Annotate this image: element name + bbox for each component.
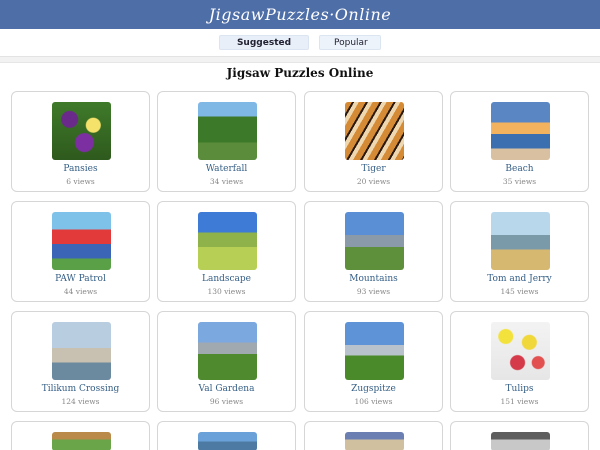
tab-suggested[interactable]: Suggested	[219, 35, 309, 50]
puzzle-thumbnail[interactable]	[345, 432, 404, 450]
puzzle-card[interactable]: Tulips 151 views	[450, 311, 589, 412]
puzzle-card[interactable]: PAW Patrol 44 views	[11, 201, 150, 302]
puzzle-views: 35 views	[502, 177, 537, 186]
puzzle-views: 44 views	[63, 287, 98, 296]
puzzle-views: 34 views	[209, 177, 244, 186]
puzzle-views: 124 views	[61, 397, 100, 406]
puzzle-name[interactable]: Beach	[451, 164, 588, 174]
puzzle-views: 96 views	[209, 397, 244, 406]
puzzle-views: 130 views	[207, 287, 246, 296]
puzzle-card[interactable]: Val Gardena 96 views	[157, 311, 296, 412]
puzzle-card[interactable]: Tilikum Crossing 124 views	[11, 311, 150, 412]
puzzle-thumbnail[interactable]	[491, 212, 550, 270]
puzzle-card[interactable]	[11, 421, 150, 450]
puzzle-name[interactable]: Landscape	[158, 274, 295, 284]
puzzle-thumbnail[interactable]	[345, 322, 404, 380]
puzzle-thumbnail[interactable]	[52, 322, 111, 380]
puzzle-thumbnail[interactable]	[52, 212, 111, 270]
puzzle-name[interactable]: Zugspitze	[305, 384, 442, 394]
puzzle-thumbnail[interactable]	[198, 102, 257, 160]
puzzle-thumbnail[interactable]	[491, 322, 550, 380]
puzzle-thumbnail[interactable]	[491, 102, 550, 160]
puzzle-name[interactable]: Mountains	[305, 274, 442, 284]
puzzle-card[interactable]: Tom and Jerry 145 views	[450, 201, 589, 302]
puzzle-thumbnail[interactable]	[345, 212, 404, 270]
puzzle-card[interactable]	[450, 421, 589, 450]
puzzle-thumbnail[interactable]	[52, 102, 111, 160]
tabs-bar: Suggested Popular	[0, 29, 600, 57]
puzzle-card[interactable]: Waterfall 34 views	[157, 91, 296, 192]
section-divider	[0, 57, 600, 63]
puzzle-name[interactable]: Waterfall	[158, 164, 295, 174]
puzzle-views: 93 views	[356, 287, 391, 296]
puzzle-card[interactable]: Zugspitze 106 views	[304, 311, 443, 412]
puzzle-card[interactable]: Pansies 6 views	[11, 91, 150, 192]
puzzle-card[interactable]: Tiger 20 views	[304, 91, 443, 192]
puzzle-thumbnail[interactable]	[52, 432, 111, 450]
puzzle-card[interactable]: Landscape 130 views	[157, 201, 296, 302]
puzzle-name[interactable]: Tom and Jerry	[451, 274, 588, 284]
puzzle-thumbnail[interactable]	[198, 432, 257, 450]
puzzle-views: 20 views	[356, 177, 391, 186]
puzzle-card[interactable]: Beach 35 views	[450, 91, 589, 192]
puzzle-thumbnail[interactable]	[198, 322, 257, 380]
top-bar: JigsawPuzzles·Online	[0, 0, 600, 29]
puzzle-views: 6 views	[66, 177, 95, 186]
puzzle-card[interactable]: Mountains 93 views	[304, 201, 443, 302]
puzzle-thumbnail[interactable]	[345, 102, 404, 160]
site-logo[interactable]: JigsawPuzzles·Online	[209, 5, 391, 24]
puzzle-card[interactable]	[304, 421, 443, 450]
puzzle-card[interactable]	[157, 421, 296, 450]
puzzle-name[interactable]: Tulips	[451, 384, 588, 394]
puzzle-thumbnail[interactable]	[491, 432, 550, 450]
puzzle-name[interactable]: Tilikum Crossing	[12, 384, 149, 394]
puzzle-name[interactable]: Val Gardena	[158, 384, 295, 394]
page-title: Jigsaw Puzzles Online	[226, 66, 374, 80]
puzzle-thumbnail[interactable]	[198, 212, 257, 270]
puzzle-name[interactable]: Tiger	[305, 164, 442, 174]
puzzle-name[interactable]: PAW Patrol	[12, 274, 149, 284]
puzzle-name[interactable]: Pansies	[12, 164, 149, 174]
tab-popular[interactable]: Popular	[319, 35, 381, 50]
puzzle-views: 145 views	[500, 287, 539, 296]
puzzle-views: 151 views	[500, 397, 539, 406]
puzzle-views: 106 views	[354, 397, 393, 406]
